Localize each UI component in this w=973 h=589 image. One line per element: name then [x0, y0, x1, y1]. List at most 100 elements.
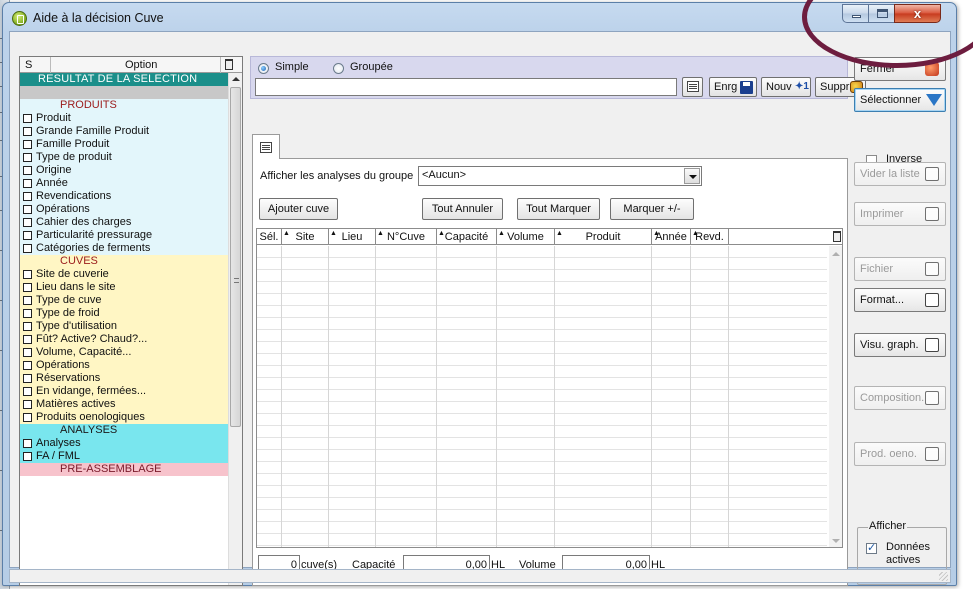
select-label: Sélectionner: [860, 94, 922, 106]
option-checkbox[interactable]: [23, 413, 32, 422]
dropdown-arrow-icon[interactable]: [684, 168, 700, 184]
option-checkbox[interactable]: [23, 374, 32, 383]
save-button[interactable]: Enrg: [709, 77, 757, 97]
scroll-up-icon[interactable]: [232, 77, 240, 81]
tab-properties[interactable]: [252, 134, 280, 159]
option-item[interactable]: Réservations: [20, 372, 228, 385]
option-item[interactable]: Année: [20, 177, 228, 190]
composition-button[interactable]: Composition.: [854, 386, 946, 410]
grid-scrollbar[interactable]: [829, 246, 842, 547]
graph-view-button[interactable]: Visu. graph.: [854, 333, 946, 357]
option-checkbox[interactable]: [23, 361, 32, 370]
option-checkbox[interactable]: [23, 244, 32, 253]
option-checkbox[interactable]: [23, 322, 32, 331]
new-button[interactable]: Nouv ✦1: [761, 77, 811, 97]
option-item[interactable]: Catégories de ferments: [20, 242, 228, 255]
toggle-mark-button[interactable]: Marquer +/-: [610, 198, 694, 220]
option-checkbox[interactable]: [23, 192, 32, 201]
section-header: PRE-ASSEMBLAGE: [20, 463, 228, 476]
option-checkbox[interactable]: [23, 140, 32, 149]
option-checkbox[interactable]: [23, 153, 32, 162]
option-checkbox[interactable]: [23, 166, 32, 175]
option-checkbox[interactable]: [23, 296, 32, 305]
scroll-up-icon[interactable]: [832, 252, 840, 256]
option-checkbox[interactable]: [23, 439, 32, 448]
option-checkbox[interactable]: [23, 179, 32, 188]
option-item[interactable]: Volume, Capacité...: [20, 346, 228, 359]
option-item[interactable]: Matières actives: [20, 398, 228, 411]
oeno-products-button[interactable]: Prod. oeno.: [854, 442, 946, 466]
print-button[interactable]: Imprimer: [854, 202, 946, 226]
file-button[interactable]: Fichier: [854, 257, 946, 281]
option-item[interactable]: Type d'utilisation: [20, 320, 228, 333]
grid-column-header[interactable]: Produit ▲​: [555, 229, 652, 245]
option-item[interactable]: Produit: [20, 112, 228, 125]
option-checkbox[interactable]: [23, 335, 32, 344]
scroll-thumb[interactable]: [230, 87, 241, 427]
option-item[interactable]: Site de cuverie: [20, 268, 228, 281]
grid-column-header[interactable]: Année ▲​: [652, 229, 691, 245]
group-select[interactable]: <Aucun>: [418, 166, 702, 186]
grid-column-header[interactable]: Volume ▲​: [497, 229, 555, 245]
option-checkbox[interactable]: [23, 127, 32, 136]
option-item[interactable]: Type de froid: [20, 307, 228, 320]
properties-button[interactable]: [682, 77, 703, 97]
active-data-checkbox[interactable]: [866, 541, 877, 554]
option-checkbox[interactable]: [23, 205, 32, 214]
option-item[interactable]: Lieu dans le site: [20, 281, 228, 294]
simple-radio[interactable]: [258, 63, 269, 74]
option-checkbox[interactable]: [23, 452, 32, 461]
trash-icon[interactable]: [833, 231, 841, 242]
active-data-label[interactable]: Données: [886, 541, 930, 553]
option-item[interactable]: Fût? Active? Chaud?...: [20, 333, 228, 346]
option-item[interactable]: Revendications: [20, 190, 228, 203]
simple-label[interactable]: Simple: [275, 61, 309, 73]
option-item[interactable]: Produits oenologiques: [20, 411, 228, 424]
option-checkbox[interactable]: [23, 309, 32, 318]
grid-column-header[interactable]: Sél.: [257, 229, 282, 245]
resize-grip-icon[interactable]: [939, 572, 948, 581]
option-item[interactable]: Type de cuve: [20, 294, 228, 307]
option-checkbox[interactable]: [23, 400, 32, 409]
option-item[interactable]: Origine: [20, 164, 228, 177]
groupee-label[interactable]: Groupée: [350, 61, 393, 73]
grid-column-header[interactable]: Site ▲​: [282, 229, 329, 245]
option-label: Origine: [36, 164, 72, 176]
option-item[interactable]: Famille Produit: [20, 138, 228, 151]
option-item[interactable]: Grande Famille Produit: [20, 125, 228, 138]
scroll-down-icon[interactable]: [832, 539, 840, 543]
cancel-all-button[interactable]: Tout Annuler: [422, 198, 503, 220]
option-item[interactable]: En vidange, fermées...: [20, 385, 228, 398]
option-item[interactable]: Cahier des charges: [20, 216, 228, 229]
option-item[interactable]: FA / FML: [20, 450, 228, 463]
column-header-option[interactable]: Option: [125, 59, 157, 71]
options-scrollbar[interactable]: [228, 73, 242, 585]
grid-column-header[interactable]: Revd. ▲​: [691, 229, 729, 245]
format-button[interactable]: Format...: [854, 288, 946, 312]
trash-icon[interactable]: [225, 59, 233, 70]
option-checkbox[interactable]: [23, 387, 32, 396]
option-checkbox[interactable]: [23, 218, 32, 227]
option-item[interactable]: Particularité pressurage: [20, 229, 228, 242]
option-checkbox[interactable]: [23, 231, 32, 240]
groupee-radio[interactable]: [333, 63, 344, 74]
grid-column-header[interactable]: N°Cuve ▲​: [376, 229, 437, 245]
option-checkbox[interactable]: [23, 283, 32, 292]
option-item[interactable]: Opérations: [20, 203, 228, 216]
option-item[interactable]: Opérations: [20, 359, 228, 372]
column-header-s[interactable]: S: [25, 59, 32, 71]
clear-list-button[interactable]: Vider la liste: [854, 162, 946, 186]
option-checkbox[interactable]: [23, 114, 32, 123]
option-checkbox[interactable]: [23, 270, 32, 279]
active-data-label-line2[interactable]: actives: [886, 554, 920, 566]
select-button[interactable]: Sélectionner: [854, 88, 946, 112]
option-item[interactable]: Analyses: [20, 437, 228, 450]
option-checkbox[interactable]: [23, 348, 32, 357]
grid-body[interactable]: [257, 246, 827, 547]
mark-all-button[interactable]: Tout Marquer: [517, 198, 600, 220]
grid-column-header[interactable]: Lieu ▲​: [329, 229, 376, 245]
selection-name-input[interactable]: [255, 78, 677, 96]
add-tank-button[interactable]: Ajouter cuve: [259, 198, 338, 220]
grid-column-header[interactable]: Capacité ▲​: [437, 229, 497, 245]
option-item[interactable]: Type de produit: [20, 151, 228, 164]
